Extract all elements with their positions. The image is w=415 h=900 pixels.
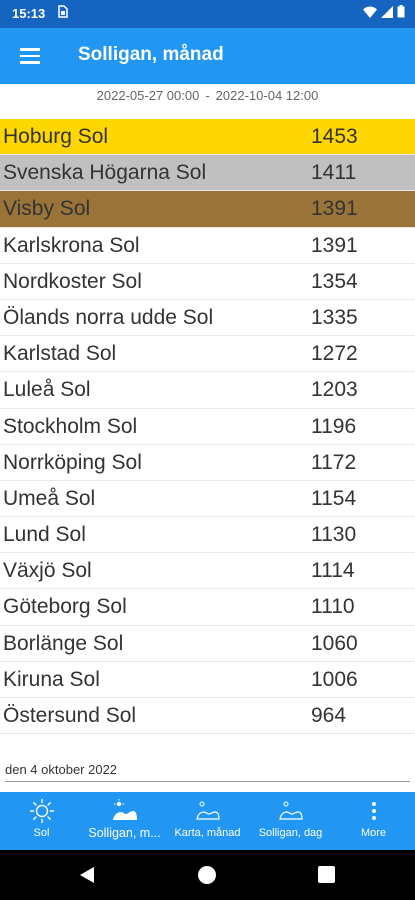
wifi-icon <box>363 6 377 18</box>
list-item[interactable]: Östersund Sol 964 <box>0 698 415 735</box>
sun-hours-value: 1335 <box>311 305 358 329</box>
range-separator: - <box>205 88 210 103</box>
sun-hours-value: 1391 <box>311 197 358 221</box>
sun-ranking-day-icon <box>249 798 332 824</box>
list-item[interactable]: Karlskrona Sol 1391 <box>0 227 415 264</box>
range-to: 2022-10-04 12:00 <box>215 88 319 103</box>
list-item[interactable]: Borlänge Sol 1060 <box>0 625 415 662</box>
sun-hours-value: 1272 <box>311 342 358 366</box>
list-item[interactable]: Lund Sol 1130 <box>0 517 415 554</box>
list-item[interactable]: Göteborg Sol 1110 <box>0 589 415 626</box>
nav-item-sol[interactable]: Sol <box>0 792 83 850</box>
range-from: 2022-05-27 00:00 <box>96 88 200 103</box>
sun-hours-value: 1196 <box>311 414 357 438</box>
sun-ranking-icon <box>83 798 166 824</box>
sun-hours-value: 1114 <box>311 559 355 583</box>
station-name: Norrköping Sol <box>3 450 142 474</box>
nav-item-solligan-dag[interactable]: Solligan, dag <box>249 792 332 850</box>
sun-icon <box>0 798 83 824</box>
nav-item-more[interactable]: More <box>332 792 415 850</box>
sun-hours-value: 1130 <box>311 523 357 547</box>
recent-apps-icon[interactable] <box>318 866 335 883</box>
system-nav-bar <box>0 850 415 900</box>
station-name: Östersund Sol <box>3 704 137 727</box>
list-item[interactable]: Svenska Högarna Sol 1411 <box>0 155 415 192</box>
station-name: Karlskrona Sol <box>3 233 140 257</box>
station-name: Luleå Sol <box>3 378 91 402</box>
bottom-navigation: Sol Solligan, m... Karta, månad Solligan… <box>0 792 415 850</box>
nav-label: Karta, månad <box>174 827 241 839</box>
station-name: Lund Sol <box>3 523 86 547</box>
station-name: Umeå Sol <box>3 486 96 510</box>
battery-icon <box>397 5 405 18</box>
list-item[interactable]: Visby Sol 1391 <box>0 191 415 228</box>
nav-label: Sol <box>33 827 50 839</box>
sun-hours-value: 1060 <box>311 631 358 655</box>
signal-icon <box>381 5 393 18</box>
list-item[interactable]: Umeå Sol 1154 <box>0 480 415 518</box>
hamburger-menu-icon[interactable] <box>12 38 48 74</box>
date-range: 2022-05-27 00:00-2022-10-04 12:00 <box>0 88 415 103</box>
list-item[interactable]: Luleå Sol 1203 <box>0 372 415 409</box>
station-name: Kiruna Sol <box>3 667 100 691</box>
station-name: Visby Sol <box>3 197 91 221</box>
list-item[interactable]: Ölands norra udde Sol 1335 <box>0 299 415 337</box>
divider <box>5 781 410 782</box>
station-name: Nordkoster Sol <box>3 269 142 293</box>
sun-map-icon <box>166 798 249 824</box>
sun-hours-value: 1006 <box>311 667 358 691</box>
list-item[interactable]: Norrköping Sol 1172 <box>0 444 415 481</box>
sun-hours-value: 1453 <box>311 125 358 148</box>
sun-hours-value: 1110 <box>311 595 355 619</box>
list-item[interactable]: Växjö Sol 1114 <box>0 553 415 590</box>
station-name: Karlstad Sol <box>3 342 117 366</box>
ranking-list: Hoburg Sol 1453 Svenska Högarna Sol 1411 Vis… <box>0 119 415 735</box>
sun-hours-value: 1172 <box>311 450 357 474</box>
sun-hours-value: 1411 <box>311 161 357 185</box>
nav-item-solligan-manad[interactable]: Solligan, m... <box>83 792 166 850</box>
list-item[interactable]: Kiruna Sol 1006 <box>0 661 415 698</box>
sun-hours-value: 1203 <box>311 378 358 402</box>
station-name: Ölands norra udde Sol <box>3 305 214 329</box>
nav-label: Solligan, m... <box>88 826 161 840</box>
nav-label: More <box>360 827 387 839</box>
nav-item-karta-manad[interactable]: Karta, månad <box>166 792 249 850</box>
sim-card-icon <box>58 5 68 21</box>
station-name: Hoburg Sol <box>3 125 109 148</box>
sun-hours-value: 1391 <box>311 233 358 257</box>
page-title: Solligan, månad <box>78 44 224 65</box>
status-time: 15:13 <box>12 6 46 21</box>
home-icon[interactable] <box>198 866 216 884</box>
app-bar: Solligan, månad <box>0 28 415 84</box>
footer-date: den 4 oktober 2022 <box>5 762 118 777</box>
station-name: Svenska Högarna Sol <box>3 161 207 185</box>
sun-hours-value: 964 <box>311 704 347 727</box>
station-name: Borlänge Sol <box>3 631 124 655</box>
system-status-icons <box>363 5 405 18</box>
list-item[interactable]: Hoburg Sol 1453 <box>0 119 415 156</box>
nav-label: Solligan, dag <box>258 827 323 839</box>
status-bar: 15:13 <box>0 0 415 28</box>
station-name: Göteborg Sol <box>3 595 127 619</box>
list-item[interactable]: Karlstad Sol 1272 <box>0 336 415 373</box>
list-item[interactable]: Stockholm Sol 1196 <box>0 408 415 445</box>
station-name: Växjö Sol <box>3 559 92 583</box>
sun-hours-value: 1354 <box>311 269 358 293</box>
list-item[interactable]: Nordkoster Sol 1354 <box>0 263 415 300</box>
back-icon[interactable] <box>79 866 95 884</box>
more-vertical-icon <box>332 798 415 824</box>
station-name: Stockholm Sol <box>3 414 138 438</box>
sun-hours-value: 1154 <box>311 486 357 510</box>
